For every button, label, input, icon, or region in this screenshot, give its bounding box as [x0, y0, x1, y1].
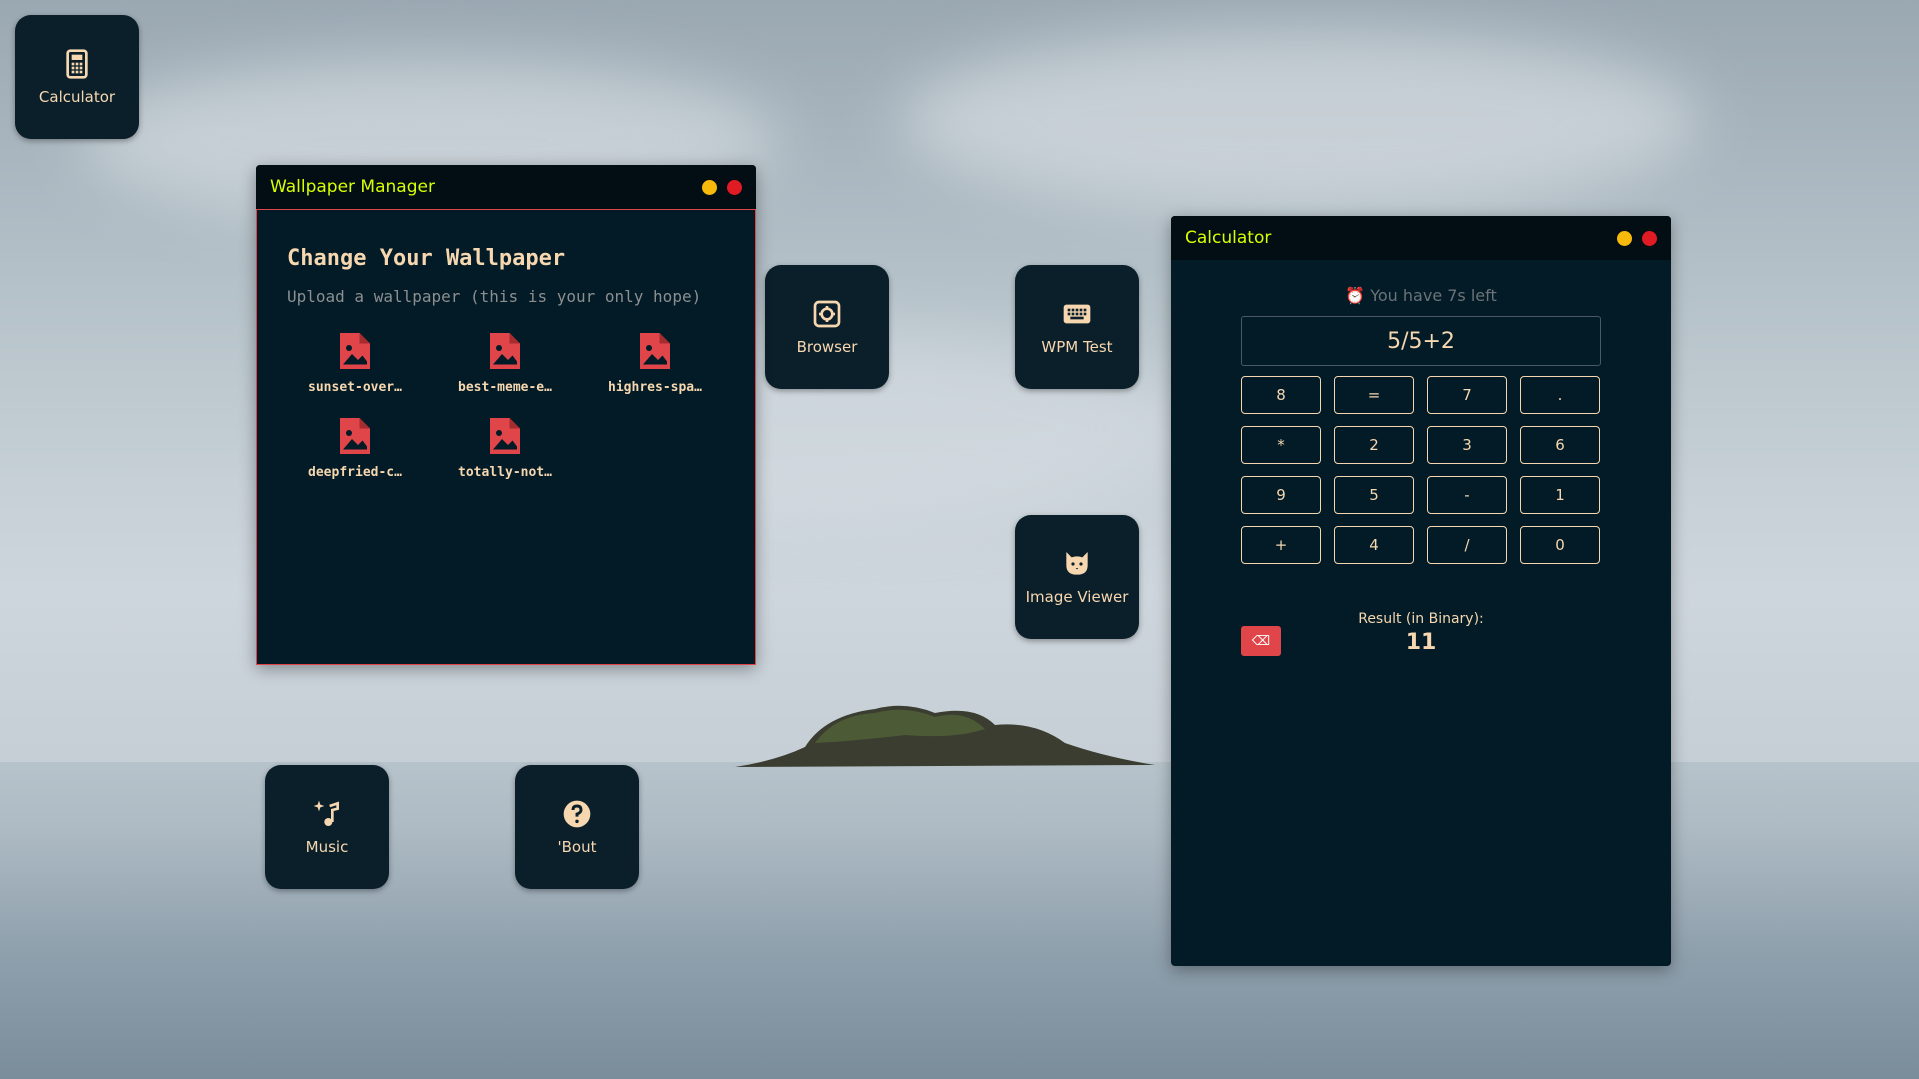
keypad-button[interactable]: / [1427, 526, 1507, 564]
wallpaper-file[interactable]: deepfried-c… [295, 415, 415, 480]
island [735, 705, 1155, 767]
keypad-button[interactable]: 8 [1241, 376, 1321, 414]
desktop-icon-image-viewer[interactable]: Image Viewer [1015, 515, 1139, 639]
file-name: sunset-over… [308, 380, 402, 395]
image-file-icon [490, 418, 520, 454]
desktop-icon-calculator[interactable]: Calculator [15, 15, 139, 139]
alarm-clock-icon: ⏰ [1345, 286, 1366, 305]
wallpaper-file[interactable]: sunset-over… [295, 330, 415, 395]
keyboard-icon [1063, 304, 1091, 324]
timer-row: ⏰ You have 7s left [1171, 286, 1671, 305]
keypad-button[interactable]: * [1241, 426, 1321, 464]
keypad-button[interactable]: 3 [1427, 426, 1507, 464]
music-note-icon [313, 800, 339, 826]
calculator-icon [66, 49, 88, 79]
desktop-icon-label: Music [305, 838, 349, 856]
keypad-button[interactable]: . [1520, 376, 1600, 414]
desktop-icon-label: Calculator [38, 88, 116, 106]
wallpaper-upload-link[interactable]: Upload a wallpaper (this is your only ho… [287, 287, 701, 306]
desktop-icon-wpm-test[interactable]: WPM Test [1015, 265, 1139, 389]
desktop-icon-label: Image Viewer [1025, 588, 1129, 606]
image-file-icon [340, 333, 370, 369]
wallpaper-manager-body: Change Your Wallpaper Upload a wallpaper… [256, 209, 756, 665]
file-name: totally-not… [458, 465, 552, 480]
help-icon [563, 800, 591, 828]
desktop-icon-label: WPM Test [1041, 338, 1113, 356]
image-file-icon [640, 333, 670, 369]
settings-gear-icon [813, 300, 841, 328]
minimize-button[interactable] [1617, 230, 1632, 246]
cloud [900, 30, 1700, 210]
result-value: 11 [1405, 630, 1437, 655]
calculator-window: Calculator ⏰ You have 7s left 5/5+2 8 = 7.… [1171, 216, 1671, 966]
wallpaper-file[interactable]: best-meme-e… [445, 330, 565, 395]
image-file-icon [340, 418, 370, 454]
window-titlebar[interactable]: Calculator [1171, 216, 1671, 260]
file-name: deepfried-c… [308, 465, 402, 480]
keypad-button[interactable]: 5 [1334, 476, 1414, 514]
file-name: highres-spa… [608, 380, 702, 395]
keypad-button[interactable]: = [1334, 376, 1414, 414]
window-title: Wallpaper Manager [270, 177, 435, 197]
cat-icon [1066, 552, 1088, 575]
file-name: best-meme-e… [458, 380, 552, 395]
keypad-button[interactable]: 1 [1520, 476, 1600, 514]
keypad-button[interactable]: 7 [1427, 376, 1507, 414]
keypad-button[interactable]: 4 [1334, 526, 1414, 564]
result-label: Result (in Binary): [1358, 611, 1484, 627]
minimize-button[interactable] [702, 179, 717, 195]
keypad-button[interactable]: 6 [1520, 426, 1600, 464]
window-title: Calculator [1185, 228, 1272, 248]
keypad-button[interactable]: 2 [1334, 426, 1414, 464]
wallpaper-manager-window: Wallpaper Manager Change Your Wallpaper … [256, 165, 756, 665]
desktop-icon-label: 'Bout [557, 838, 597, 856]
close-button[interactable] [727, 179, 742, 195]
image-file-icon [490, 333, 520, 369]
desktop-icon-browser[interactable]: Browser [765, 265, 889, 389]
wallpaper-file[interactable]: totally-not… [445, 415, 565, 480]
keypad-button[interactable]: + [1241, 526, 1321, 564]
desktop-icon-label: Browser [796, 338, 858, 356]
keypad-button[interactable]: - [1427, 476, 1507, 514]
wallpaper-heading: Change Your Wallpaper [287, 246, 566, 271]
timer-text: You have 7s left [1370, 286, 1497, 305]
expression-display[interactable]: 5/5+2 [1241, 316, 1601, 366]
keypad-button[interactable]: 9 [1241, 476, 1321, 514]
desktop-icon-about[interactable]: 'Bout [515, 765, 639, 889]
wallpaper-file[interactable]: highres-spa… [595, 330, 715, 395]
keypad-button[interactable]: 0 [1520, 526, 1600, 564]
desktop-icon-music[interactable]: Music [265, 765, 389, 889]
close-button[interactable] [1642, 230, 1657, 246]
window-titlebar[interactable]: Wallpaper Manager [256, 165, 756, 209]
